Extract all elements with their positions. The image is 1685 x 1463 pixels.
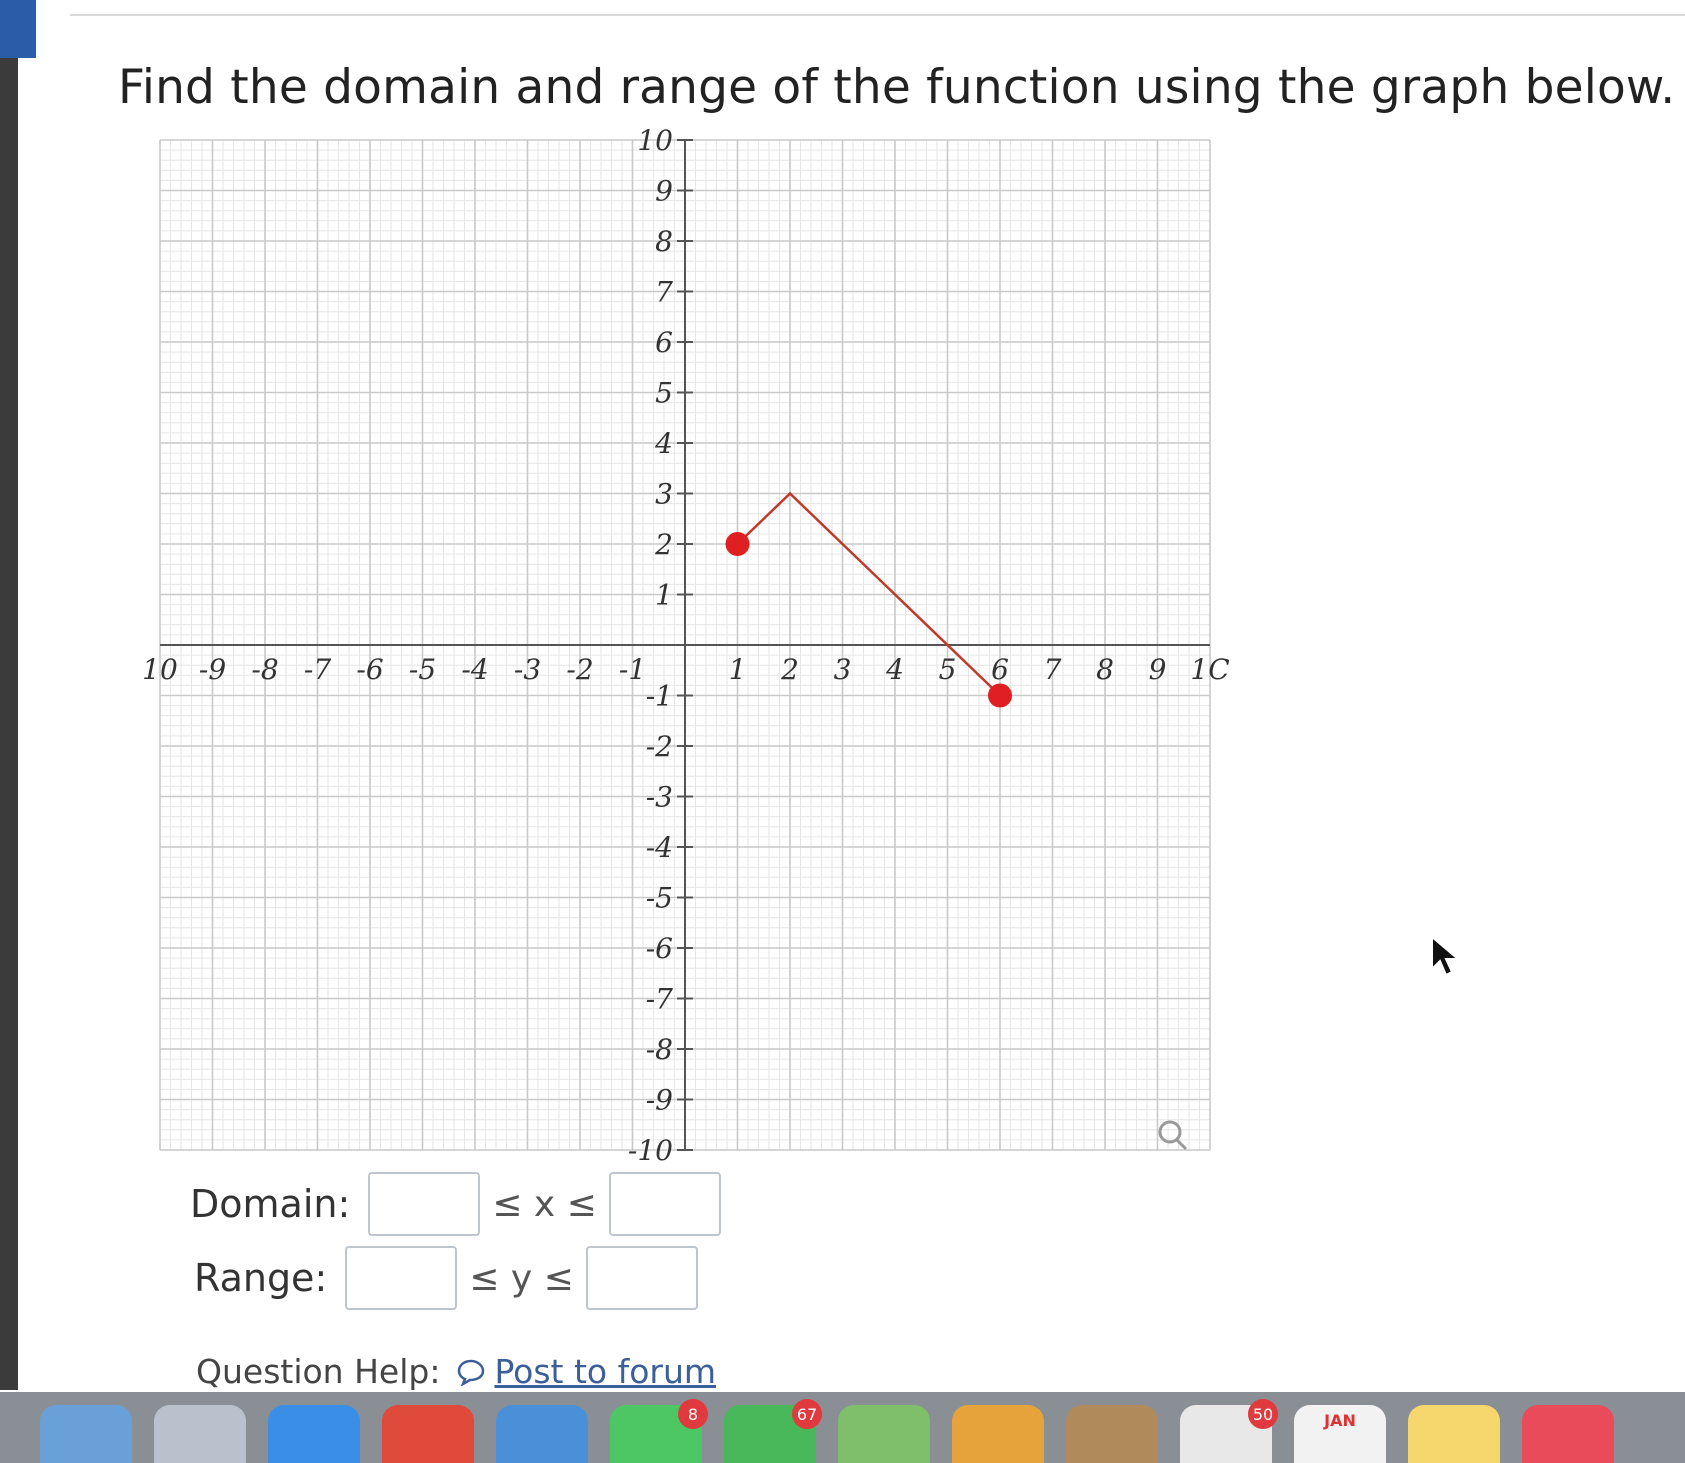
x-tick-label: -5 bbox=[409, 653, 436, 686]
domain-inequality: ≤ x ≤ bbox=[492, 1183, 597, 1225]
y-tick-label: 8 bbox=[655, 225, 673, 258]
coordinate-graph[interactable]: 10 -9 -8 -7 -6 -5 -4 -3 -2 -1 1 2 3 4 5 6 7 8 9 1C109876543… bbox=[0, 0, 1685, 1180]
x-tick-label: 6 bbox=[991, 653, 1009, 686]
x-tick-label: 5 bbox=[939, 653, 957, 686]
question-help: Question Help: Post to forum bbox=[196, 1352, 716, 1391]
dock: 8 67 50 JAN bbox=[0, 1392, 1685, 1463]
x-tick-label: 7 bbox=[1044, 653, 1062, 686]
facetime-icon[interactable]: 67 bbox=[724, 1399, 822, 1463]
y-tick-label: 3 bbox=[655, 478, 673, 511]
x-tick-label: 2 bbox=[780, 653, 799, 686]
x-tick-label: -6 bbox=[356, 653, 383, 686]
domain-label: Domain: bbox=[190, 1182, 351, 1226]
post-to-forum-label: Post to forum bbox=[494, 1352, 717, 1391]
y-tick-label: -8 bbox=[646, 1033, 673, 1066]
x-tick-label: -3 bbox=[514, 653, 541, 686]
y-tick-label: 4 bbox=[654, 427, 673, 460]
x-tick-label: 9 bbox=[1149, 653, 1167, 686]
launchpad-icon[interactable] bbox=[40, 1405, 132, 1463]
calendar-icon[interactable]: JAN bbox=[1294, 1405, 1386, 1463]
x-tick-label: -9 bbox=[199, 653, 226, 686]
y-tick-label: 6 bbox=[655, 326, 673, 359]
x-tick-label: 4 bbox=[885, 653, 904, 686]
y-tick-label: -10 bbox=[628, 1134, 673, 1167]
x-tick-label: 1C bbox=[1190, 653, 1229, 686]
x-tick-label: 1 bbox=[729, 653, 747, 686]
y-tick-label: 9 bbox=[655, 175, 673, 208]
y-tick-label: 2 bbox=[654, 528, 673, 561]
photos-icon[interactable] bbox=[952, 1405, 1044, 1463]
y-tick-label: -6 bbox=[646, 932, 673, 965]
y-tick-label: -2 bbox=[646, 730, 673, 763]
safari-icon[interactable] bbox=[268, 1405, 360, 1463]
mail-icon[interactable] bbox=[496, 1405, 588, 1463]
notification-badge: 50 bbox=[1248, 1399, 1278, 1429]
y-tick-label: 5 bbox=[655, 377, 673, 410]
messages-icon[interactable]: 8 bbox=[610, 1399, 708, 1463]
speech-bubble-icon bbox=[458, 1359, 485, 1386]
domain-row: Domain: ≤ x ≤ bbox=[190, 1172, 721, 1236]
y-tick-label: -9 bbox=[646, 1084, 673, 1117]
x-tick-label: -2 bbox=[566, 653, 593, 686]
endpoint-marker bbox=[988, 683, 1012, 708]
calendar-month-label: JAN bbox=[1324, 1411, 1356, 1430]
endpoint-marker bbox=[725, 532, 750, 556]
domain-upper-input[interactable] bbox=[608, 1172, 721, 1236]
app-icon[interactable] bbox=[1522, 1405, 1614, 1463]
notification-badge: 67 bbox=[792, 1399, 822, 1429]
x-tick-label: 3 bbox=[834, 653, 852, 686]
y-tick-label: 7 bbox=[655, 276, 673, 309]
maps-icon[interactable] bbox=[838, 1405, 930, 1463]
y-tick-label: -3 bbox=[646, 781, 673, 814]
range-inequality: ≤ y ≤ bbox=[469, 1257, 574, 1299]
x-tick-label: 8 bbox=[1096, 653, 1114, 686]
y-tick-label: -4 bbox=[646, 831, 673, 864]
y-tick-label: -5 bbox=[646, 882, 673, 915]
range-label: Range: bbox=[194, 1256, 328, 1300]
y-tick-label: 10 bbox=[637, 124, 673, 157]
x-tick-label: -1 bbox=[619, 653, 646, 686]
notes-icon[interactable] bbox=[1408, 1405, 1500, 1463]
contacts-icon[interactable] bbox=[1066, 1405, 1158, 1463]
reminders-icon[interactable]: 50 bbox=[1180, 1399, 1278, 1463]
post-to-forum-link[interactable]: Post to forum bbox=[456, 1352, 716, 1391]
y-tick-label: 1 bbox=[655, 579, 673, 612]
range-lower-input[interactable] bbox=[345, 1246, 458, 1310]
apps-grid-icon[interactable] bbox=[154, 1405, 246, 1463]
x-tick-label: -4 bbox=[461, 653, 488, 686]
x-tick-label: -7 bbox=[304, 653, 331, 686]
question-help-label: Question Help: bbox=[196, 1352, 441, 1391]
magnifier-icon bbox=[1158, 1120, 1182, 1144]
x-tick-label: -8 bbox=[251, 653, 278, 686]
mouse-cursor-icon bbox=[1431, 935, 1461, 977]
range-row: Range: ≤ y ≤ bbox=[194, 1246, 698, 1310]
domain-lower-input[interactable] bbox=[368, 1172, 481, 1236]
notification-badge: 8 bbox=[678, 1399, 708, 1429]
x-tick-label: 10 bbox=[142, 653, 178, 686]
range-upper-input[interactable] bbox=[585, 1246, 698, 1310]
y-tick-label: -7 bbox=[646, 983, 673, 1016]
chrome-icon[interactable] bbox=[382, 1405, 474, 1463]
y-tick-label: -1 bbox=[646, 680, 673, 713]
